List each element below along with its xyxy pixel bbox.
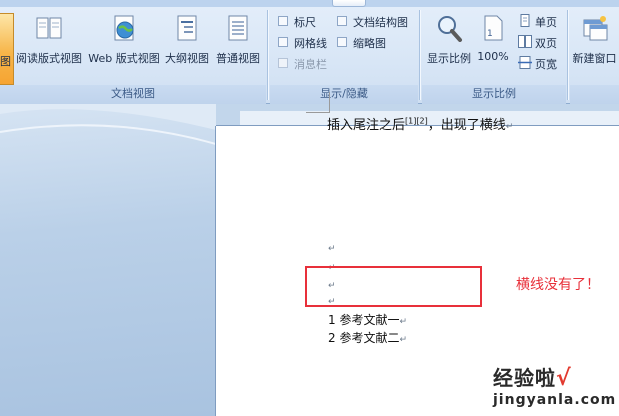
group-label-show-hide: 显示/隐藏 [320, 87, 368, 100]
body-text-tail: ，出现了横线 [427, 118, 506, 133]
paragraph-mark: ↵ [399, 335, 407, 345]
body-text: 插入尾注之后 [327, 118, 406, 133]
group-document-views: 图 阅读版式视图 Web 版式视图 大纲视图 普通视图 文档视图 [0, 7, 266, 104]
one-page-icon [520, 14, 530, 27]
thumbnails-checkbox-box[interactable] [337, 37, 347, 47]
thumbnails-label: 缩略图 [353, 37, 386, 50]
full-screen-reading-label: 阅读版式视图 [16, 52, 82, 65]
page-width-icon [518, 56, 532, 69]
group-separator [267, 10, 268, 100]
page-width-label: 页宽 [535, 58, 557, 71]
page-100-icon: 1 [484, 15, 503, 41]
draft-view-button[interactable]: 普通视图 [212, 12, 264, 74]
one-page-label: 单页 [535, 16, 557, 29]
outline-view-button[interactable]: 大纲视图 [162, 12, 212, 74]
body-text-line[interactable]: 插入尾注之后[1][2]，出现了横线↵ [327, 114, 513, 133]
endnote-entry-text: 2 参考文献二 [328, 331, 400, 345]
endnote-entry-1[interactable]: 1 参考文献一↵ [328, 311, 407, 328]
group-window: 新建窗口 [570, 7, 619, 104]
outline-page-icon [177, 15, 197, 41]
background-wave-decoration [0, 104, 216, 145]
margin-corner-mark [329, 92, 330, 113]
zoom-label: 显示比例 [427, 52, 471, 65]
full-screen-reading-button[interactable]: 阅读版式视图 [14, 12, 84, 74]
new-window-icon [583, 16, 607, 41]
workspace-background [0, 104, 216, 416]
group-separator [419, 10, 420, 100]
draft-page-icon [228, 15, 248, 41]
endnote-ref-1[interactable]: [1] [405, 117, 416, 126]
print-layout-label: 图 [0, 55, 11, 68]
document-map-label: 文档结构图 [353, 16, 408, 29]
new-window-label: 新建窗口 [572, 52, 617, 65]
margin-corner-mark [306, 112, 330, 113]
paragraph-mark: ↵ [505, 122, 514, 132]
outline-view-label: 大纲视图 [165, 52, 209, 65]
group-separator [567, 10, 568, 100]
globe-page-icon [114, 15, 134, 41]
new-window-button[interactable]: 新建窗口 [570, 12, 619, 74]
zoom-100-button[interactable]: 1 100% [476, 12, 510, 74]
message-bar-label: 消息栏 [294, 58, 327, 71]
ribbon-tab-marker[interactable] [332, 0, 366, 7]
ruler-checkbox-box[interactable] [278, 16, 288, 26]
paragraph-mark: ↵ [399, 317, 407, 327]
message-bar-checkbox-box [278, 58, 288, 68]
group-zoom: 显示比例 1 100% 单页 双页 页宽 显示比例 [422, 7, 566, 104]
web-layout-label: Web 版式视图 [88, 52, 160, 65]
endnote-entry-2[interactable]: 2 参考文献二↵ [328, 329, 407, 346]
ribbon: 图 阅读版式视图 Web 版式视图 大纲视图 普通视图 文档视图 标尺 文档结构… [0, 0, 619, 104]
print-layout-button[interactable]: 图 [0, 13, 14, 85]
open-book-icon [36, 17, 62, 39]
check-mark-icon: √ [556, 366, 571, 391]
watermark-main: 经验啦 [493, 366, 556, 390]
document-map-checkbox-box[interactable] [337, 16, 347, 26]
draft-view-label: 普通视图 [216, 52, 260, 65]
svg-text:1: 1 [487, 29, 493, 39]
group-label-document-views: 文档视图 [111, 87, 155, 100]
group-label-bar [570, 85, 619, 104]
zoom-100-label: 100% [477, 50, 509, 63]
gridlines-label: 网格线 [294, 37, 327, 50]
zoom-button[interactable]: 显示比例 [424, 12, 474, 74]
two-pages-icon [518, 35, 532, 48]
ruler-label: 标尺 [294, 16, 316, 29]
endnote-ref-2[interactable]: [2] [416, 117, 427, 126]
ribbon-top-strip [0, 0, 619, 7]
web-layout-button[interactable]: Web 版式视图 [86, 12, 162, 74]
watermark-url: jingyanla.com [493, 392, 617, 408]
annotation-text: 横线没有了！ [516, 277, 600, 293]
gridlines-checkbox-box[interactable] [278, 37, 288, 47]
highlight-box [305, 266, 482, 307]
group-label-zoom: 显示比例 [472, 87, 516, 100]
two-pages-label: 双页 [535, 37, 557, 50]
magnifier-icon [438, 16, 462, 42]
group-show-hide: 标尺 文档结构图 网格线 缩略图 消息栏 显示/隐藏 [270, 7, 418, 104]
paragraph-mark: ↵ [328, 244, 336, 254]
watermark: 经验啦√ jingyanla.com [493, 362, 615, 408]
endnote-entry-text: 1 参考文献一 [328, 313, 400, 327]
